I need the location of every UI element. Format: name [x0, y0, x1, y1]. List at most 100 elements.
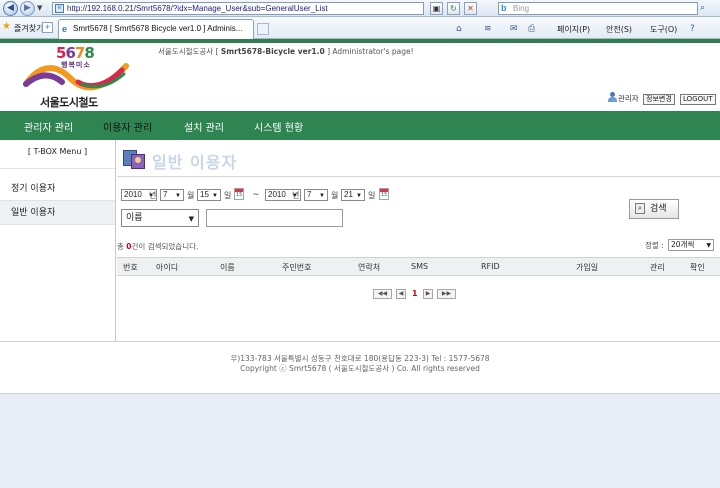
main-nav: 관리자 관리 이용자 관리 설치 관리 시스템 현황	[0, 111, 720, 140]
edit-info-button[interactable]: 정보변경	[643, 94, 675, 105]
chevron-down-icon: ▼	[188, 215, 194, 223]
to-month-select[interactable]: 7 ▼	[304, 189, 328, 201]
first-page-button[interactable]: ◀◀	[373, 289, 392, 299]
sidebar-title: [ T-BOX Menu ]	[0, 140, 115, 169]
add-favorite-icon[interactable]: +	[42, 22, 53, 33]
compatibility-icon[interactable]: ▣	[430, 2, 443, 15]
new-tab-button[interactable]	[257, 23, 269, 35]
calendar-icon[interactable]: 15	[379, 188, 389, 200]
from-year-value: 2010	[124, 190, 142, 199]
star-icon[interactable]: ★	[2, 21, 11, 32]
col-name[interactable]: 이름	[220, 262, 235, 273]
page-background	[0, 394, 720, 488]
month-unit: 월	[187, 191, 195, 200]
chevron-down-icon: ▼	[706, 242, 711, 249]
print-icon[interactable]: ⎙	[528, 24, 535, 34]
chevron-down-icon: ▼	[175, 193, 181, 199]
to-month-value: 7	[307, 190, 312, 199]
current-page[interactable]: 1	[412, 289, 418, 298]
user-icon	[608, 92, 617, 102]
day-unit: 일	[368, 191, 376, 200]
menu-safety[interactable]: 안전(S)	[606, 24, 632, 35]
divider	[117, 176, 720, 177]
search-icon[interactable]: ⌕	[700, 3, 705, 13]
logout-button[interactable]: LOGOUT	[680, 94, 716, 105]
calendar-icon[interactable]: 15	[234, 188, 244, 200]
col-resident-number[interactable]: 주민번호	[282, 262, 311, 273]
bing-icon: b	[501, 3, 507, 13]
banner-prefix: 서울도시철도공사 [	[158, 47, 219, 56]
nav-system-status[interactable]: 시스템 현황	[254, 119, 303, 134]
chevron-down-icon: ▼	[319, 193, 325, 199]
search-button-label: 검색	[650, 204, 667, 214]
search-placeholder: Bing	[513, 4, 530, 13]
to-day-select[interactable]: 21 ▼	[341, 189, 365, 201]
footer-copyright: Copyright ⓒ Smrt5678 ( 서울도시철도공사 ) Co. Al…	[240, 364, 480, 373]
table-header: 번호 아이디 이름 주민번호 연락처 SMS RFID 가입일 관리 확인	[117, 257, 720, 276]
refresh-icon[interactable]: ↻	[447, 2, 460, 15]
from-day-value: 15	[200, 190, 209, 199]
col-manage[interactable]: 관리	[650, 262, 665, 273]
user-label: 관리자	[618, 94, 639, 103]
sidebar: [ T-BOX Menu ] 정기 이용자 일반 이용자	[0, 140, 116, 342]
mail-icon[interactable]: ✉	[510, 24, 518, 34]
chevron-down-icon[interactable]: ▼	[37, 4, 42, 12]
from-day-select[interactable]: 15 ▼	[197, 189, 221, 201]
menu-page[interactable]: 페이지(P)	[557, 24, 590, 35]
logo-wave-icon	[23, 63, 129, 91]
search-field-value: 이름	[126, 213, 143, 223]
home-icon[interactable]: ⌂	[456, 24, 462, 34]
sidebar-item-regular-users[interactable]: 정기 이용자	[0, 177, 115, 201]
col-confirm[interactable]: 확인	[690, 262, 705, 273]
sort-label: 정렬 :	[645, 241, 664, 250]
users-icon	[123, 148, 147, 170]
from-month-value: 7	[163, 190, 168, 199]
col-join-date[interactable]: 가입일	[576, 262, 598, 273]
tab-title: Smrt5678 [ Smrt5678 Bicycle ver1.0 ] Adm…	[73, 24, 243, 33]
browser-tab[interactable]: e Smrt5678 [ Smrt5678 Bicycle ver1.0 ] A…	[58, 19, 254, 39]
footer-address: 우)133-783 서울특별시 성동구 천호대로 180(용답동 223-3) …	[230, 354, 490, 363]
range-separator: ~	[252, 190, 260, 200]
menu-tools[interactable]: 도구(O)	[650, 24, 677, 35]
help-icon[interactable]: ?	[690, 24, 695, 34]
footer: 우)133-783 서울특별시 성동구 천호대로 180(용답동 223-3) …	[0, 354, 720, 374]
search-field-select[interactable]: 이름 ▼	[121, 209, 199, 227]
last-page-button[interactable]: ▶▶	[437, 289, 456, 299]
nav-install-management[interactable]: 설치 관리	[184, 119, 224, 134]
keyword-input[interactable]	[206, 209, 343, 227]
col-rfid[interactable]: RFID	[481, 262, 500, 271]
search-button[interactable]: ⌕ 검색	[629, 199, 679, 219]
to-year-value: 2010	[268, 190, 286, 199]
search-icon: ⌕	[635, 203, 645, 214]
from-month-select[interactable]: 7 ▼	[160, 189, 184, 201]
col-contact[interactable]: 연락처	[358, 262, 380, 273]
forward-icon[interactable]: ▶	[20, 1, 35, 16]
next-page-button[interactable]: ▶	[423, 289, 433, 299]
sort-select[interactable]: 20개씩 ▼	[668, 239, 714, 251]
prev-page-button[interactable]: ◀	[396, 289, 406, 299]
search-input[interactable]: b Bing	[498, 2, 698, 15]
month-unit: 월	[331, 191, 339, 200]
logo-name[interactable]: 서울도시철도	[40, 94, 98, 110]
nav-admin-management[interactable]: 관리자 관리	[24, 119, 73, 134]
col-id[interactable]: 아이디	[156, 262, 178, 273]
admin-banner: 서울도시철도공사 [ Smrt5678-Bicycle ver1.0 ] Adm…	[158, 46, 414, 57]
chevron-down-icon: ▼	[356, 193, 362, 199]
page-top-line	[0, 39, 720, 43]
result-count: 총 0건이 검색되었습니다.	[117, 241, 198, 252]
favorites-label[interactable]: 즐겨찾기	[14, 23, 43, 34]
sidebar-item-general-users[interactable]: 일반 이용자	[0, 201, 115, 225]
chevron-down-icon: ▼	[212, 193, 218, 199]
col-sms[interactable]: SMS	[411, 262, 428, 271]
address-bar[interactable]: e http://192.168.0.21/Smrt5678/?idx=Mana…	[52, 2, 424, 15]
stop-icon[interactable]: ✕	[464, 2, 477, 15]
nav-user-management[interactable]: 이용자 관리	[103, 119, 152, 134]
browser-toolbar: ◀ ▶ ▼ e http://192.168.0.21/Smrt5678/?id…	[0, 0, 720, 17]
back-icon[interactable]: ◀	[3, 1, 18, 16]
sort-value: 20개씩	[671, 240, 695, 249]
feed-icon[interactable]: ≋	[484, 24, 492, 34]
url-text: http://192.168.0.21/Smrt5678/?idx=Manage…	[67, 4, 328, 13]
col-number[interactable]: 번호	[123, 262, 138, 273]
to-day-value: 21	[344, 190, 353, 199]
result-suffix: 건이 검색되었습니다.	[131, 242, 199, 251]
